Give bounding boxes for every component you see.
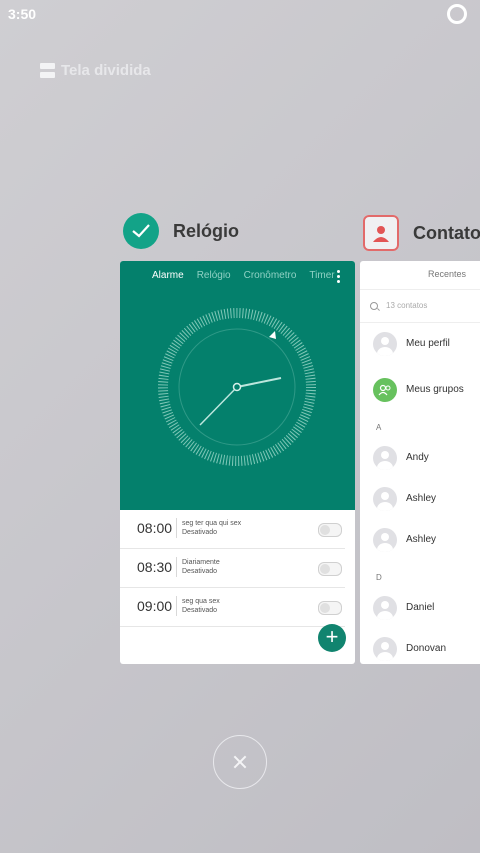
contact-name: Donovan (406, 643, 447, 654)
search-placeholder: 13 contatos (386, 301, 428, 310)
alarm-row[interactable]: 08:00 seg ter qua qui sex Desativado (120, 510, 345, 549)
contact-name: Daniel (406, 602, 435, 613)
section-letter: D (376, 573, 382, 582)
avatar (373, 332, 397, 356)
list-item-my-groups[interactable]: Meus grupos (360, 378, 480, 408)
contact-name: Ashley (406, 534, 437, 545)
contacts-app-icon (363, 215, 399, 251)
status-bar: 3:50 (0, 0, 480, 28)
clock-app-card[interactable]: Alarme Relógio Cronômetro Timer 08:00 se… (120, 261, 355, 664)
alarm-status: Desativado (182, 529, 218, 536)
split-screen-button[interactable]: Tela dividida (40, 60, 151, 80)
clock-dial (158, 308, 316, 466)
contacts-app-header[interactable]: Contatos (363, 215, 480, 251)
alarm-time: 08:00 (137, 520, 173, 536)
alarm-toggle[interactable] (318, 562, 342, 576)
avatar (373, 528, 397, 552)
contacts-tabs: Recentes (360, 261, 480, 289)
list-item-my-profile[interactable]: Meu perfil (360, 332, 480, 362)
alarm-row[interactable]: 09:00 seg qua sex Desativado (120, 588, 345, 627)
alarm-row[interactable]: 08:30 Diariamente Desativado (120, 549, 345, 588)
list-item[interactable]: Ashley (360, 487, 480, 517)
contacts-app-title: Contatos (413, 222, 480, 243)
status-ring-icon (447, 4, 467, 24)
list-item[interactable]: Andy (360, 446, 480, 476)
alarm-time: 08:30 (137, 559, 173, 575)
clock-app-header[interactable]: Relógio (123, 213, 239, 249)
alarm-toggle[interactable] (318, 601, 342, 615)
split-screen-icon (40, 62, 55, 78)
avatar (373, 637, 397, 661)
alarm-status: Desativado (182, 568, 218, 575)
tab-relogio[interactable]: Relógio (197, 270, 231, 281)
close-all-button[interactable] (213, 735, 267, 789)
contact-name: Meus grupos (406, 384, 464, 395)
groups-icon (373, 378, 397, 402)
tab-cronometro[interactable]: Cronômetro (244, 270, 297, 281)
clock-tabs: Alarme Relógio Cronômetro Timer (120, 261, 355, 289)
clock-header-panel: Alarme Relógio Cronômetro Timer (120, 261, 355, 510)
alarm-days: seg ter qua qui sex (182, 520, 242, 527)
alarm-days: Diariamente (182, 559, 220, 566)
avatar (373, 446, 397, 470)
section-letter: A (376, 423, 382, 432)
search-icon (370, 302, 378, 310)
clock-app-title: Relógio (173, 220, 239, 241)
more-options-icon[interactable] (337, 270, 340, 283)
alarm-toggle[interactable] (318, 523, 342, 537)
contact-name: Andy (406, 452, 429, 463)
divider (176, 557, 177, 577)
split-screen-label: Tela dividida (61, 61, 151, 79)
alarm-time: 09:00 (137, 598, 173, 614)
tab-recentes[interactable]: Recentes (428, 269, 466, 279)
list-item[interactable]: Daniel (360, 596, 480, 626)
clock-app-icon (123, 213, 159, 249)
add-alarm-button[interactable]: + (318, 624, 346, 652)
divider (176, 596, 177, 616)
list-item[interactable]: Ashley (360, 528, 480, 558)
contacts-search[interactable]: 13 contatos (360, 289, 480, 323)
divider (176, 518, 177, 538)
status-time: 3:50 (8, 6, 37, 22)
contact-name: Ashley (406, 493, 437, 504)
contact-name: Meu perfil (406, 338, 450, 349)
tab-alarme[interactable]: Alarme (152, 270, 184, 281)
alarm-days: seg qua sex (182, 598, 220, 605)
contacts-app-card[interactable]: Recentes 13 contatos Meu perfil Meus gru… (360, 261, 480, 664)
tab-timer[interactable]: Timer (309, 270, 334, 281)
clock-marker-icon (269, 331, 276, 339)
list-item[interactable]: Donovan (360, 637, 480, 664)
avatar (373, 596, 397, 620)
alarm-status: Desativado (182, 607, 218, 614)
avatar (373, 487, 397, 511)
